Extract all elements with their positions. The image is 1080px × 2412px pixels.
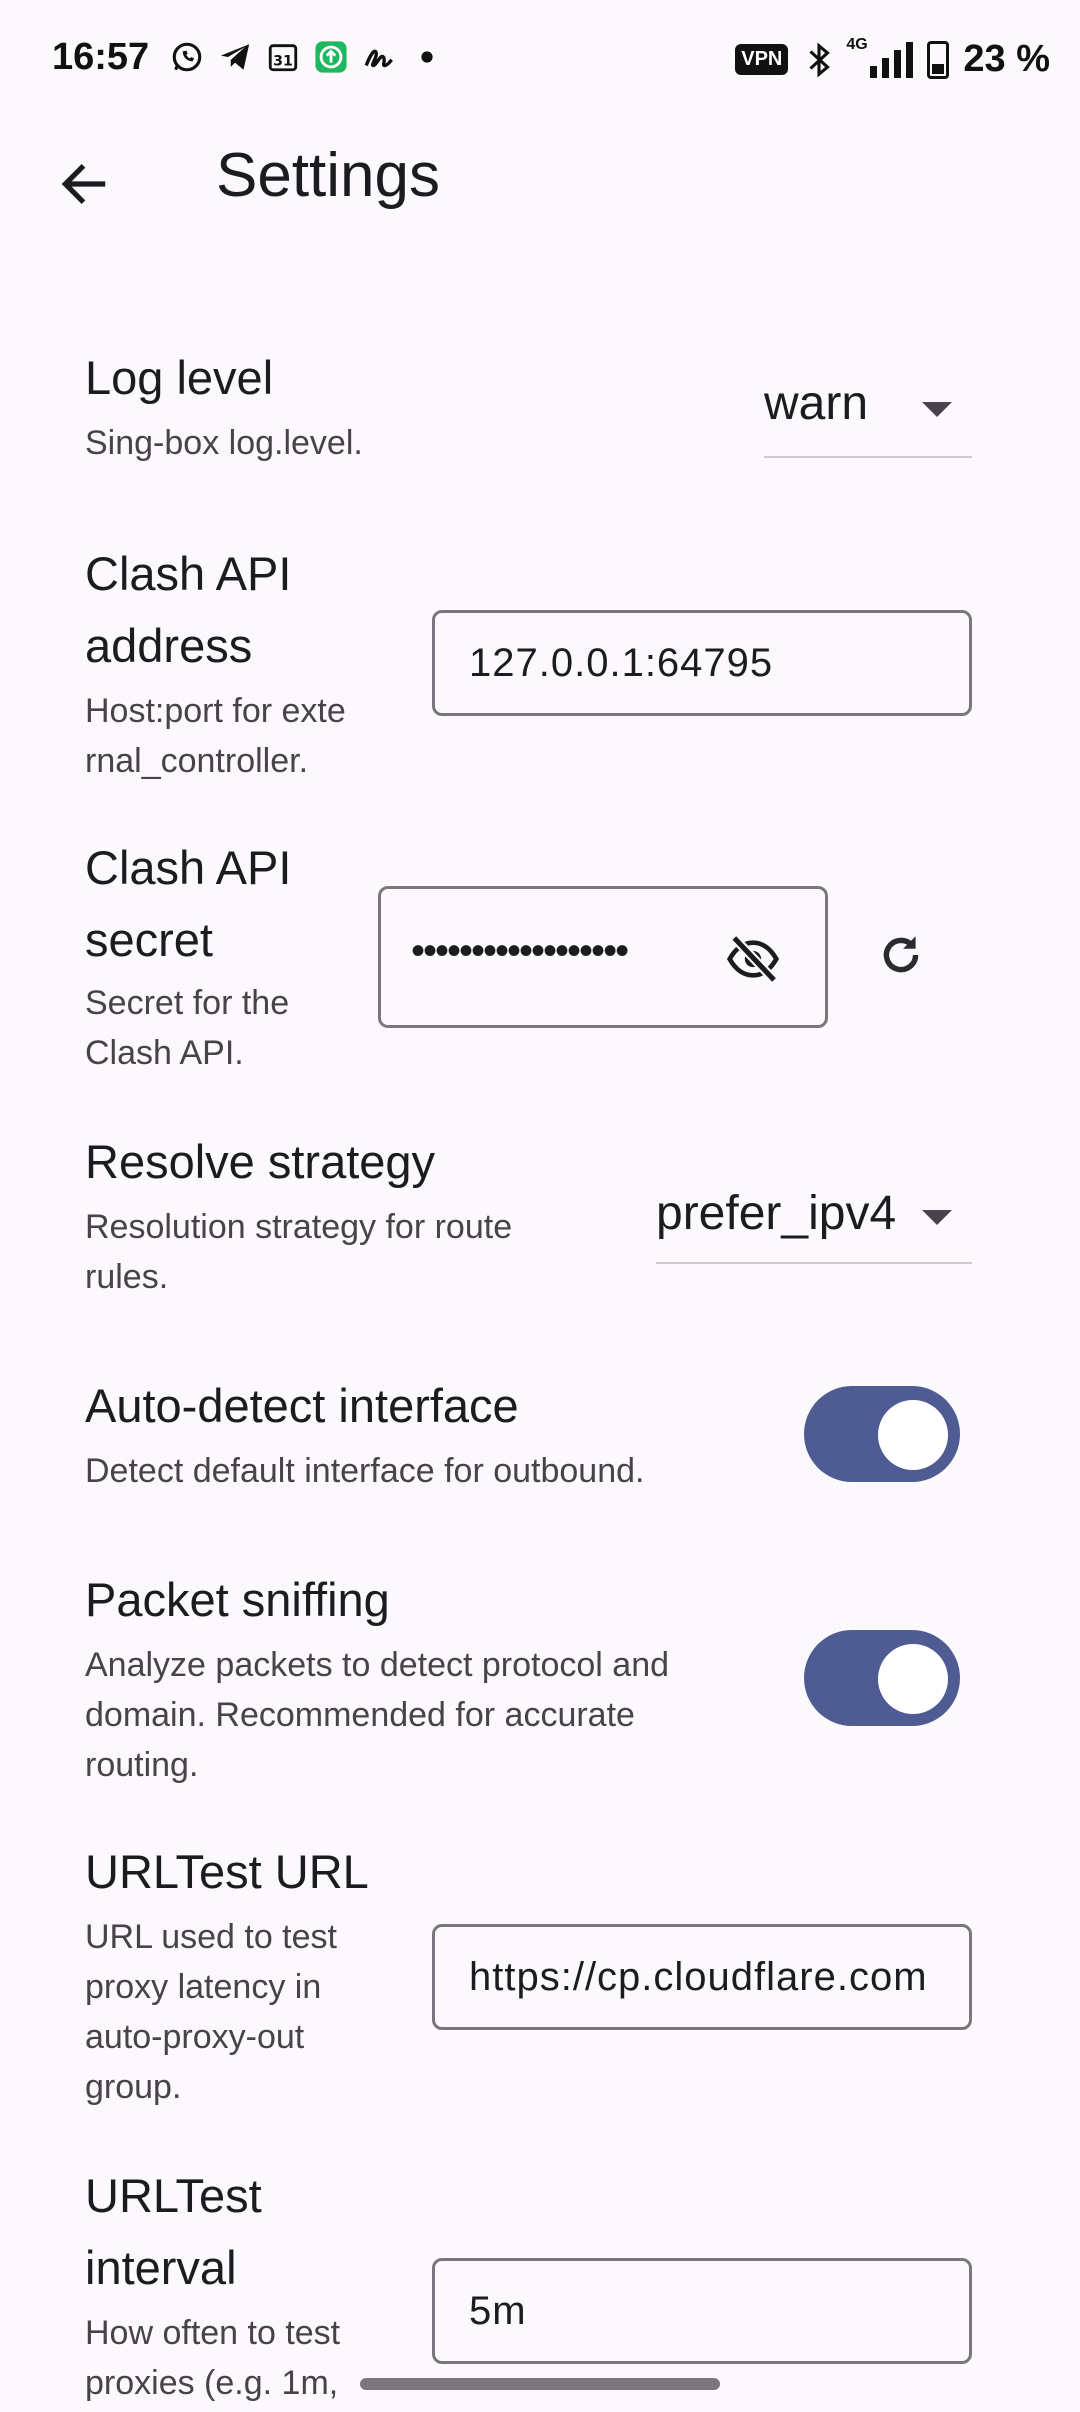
input-value: 5m xyxy=(469,2289,527,2333)
network-type: 4G xyxy=(846,35,868,53)
urltest-interval-input[interactable]: 5m xyxy=(432,2258,972,2364)
system-icons: VPN 4G 23 % xyxy=(735,36,1050,81)
bluetooth-icon xyxy=(802,42,836,77)
setting-title-line2: interval xyxy=(85,2241,237,2294)
setting-subtitle-line2: proxies (e.g. 1m, xyxy=(85,2364,339,2402)
status-bar: 16:57 31 VPN 4G 23 % xyxy=(0,0,1080,120)
setting-subtitle-line3: auto-proxy-out xyxy=(85,2018,305,2056)
setting-subtitle-line2: rnal_controller. xyxy=(85,742,309,780)
signature-icon xyxy=(362,40,396,74)
setting-subtitle-line1: Secret for the xyxy=(85,984,290,1022)
setting-title-line1: Clash API xyxy=(85,547,292,600)
setting-title-line2: address xyxy=(85,619,253,672)
setting-subtitle-line1: URL used to test xyxy=(85,1918,337,1956)
auto-detect-interface-toggle[interactable] xyxy=(804,1386,960,1482)
resolve-strategy-dropdown[interactable]: prefer_ipv4 xyxy=(656,1182,972,1264)
setting-subtitle-line2: rules. xyxy=(85,1258,169,1296)
whatsapp-icon xyxy=(170,40,204,74)
log-level-dropdown[interactable]: warn xyxy=(764,370,972,458)
dropdown-arrow-icon xyxy=(922,402,952,417)
arrow-back-icon xyxy=(61,164,106,204)
input-value: https://cp.cloudflare.com xyxy=(469,1955,928,1999)
telegram-icon xyxy=(218,40,252,74)
calendar-icon: 31 xyxy=(266,40,300,74)
regenerate-secret-button[interactable] xyxy=(866,920,936,990)
setting-subtitle: Sing-box log.level. xyxy=(85,424,363,462)
packet-sniffing-toggle[interactable] xyxy=(804,1630,960,1726)
setting-subtitle-line2: proxy latency in xyxy=(85,1968,322,2006)
back-button[interactable] xyxy=(46,146,122,222)
setting-subtitle: Detect default interface for outbound. xyxy=(85,1452,645,1490)
page-title: Settings xyxy=(216,141,441,210)
app-bar: Settings xyxy=(0,120,1080,240)
input-value: •••••••••••••••••• xyxy=(411,929,629,973)
setting-subtitle-line1: Host:port for exte xyxy=(85,692,346,730)
setting-subtitle-line2: domain. Recommended for accurate xyxy=(85,1696,635,1734)
toggle-knob xyxy=(878,1644,948,1714)
refresh-icon xyxy=(883,936,919,973)
urltest-url-input[interactable]: https://cp.cloudflare.com xyxy=(432,1924,972,2030)
setting-title: Auto-detect interface xyxy=(85,1379,519,1432)
dropdown-value: prefer_ipv4 xyxy=(656,1187,897,1240)
dot-icon xyxy=(410,40,444,74)
signal-icon: 4G xyxy=(846,36,914,78)
setting-title: Log level xyxy=(85,351,274,404)
toggle-knob xyxy=(878,1400,948,1470)
clash-api-secret-input[interactable]: •••••••••••••••••• xyxy=(378,886,828,1028)
setting-title-line1: URLTest xyxy=(85,2169,262,2222)
vpn-badge: VPN xyxy=(735,44,789,75)
status-time: 16:57 xyxy=(52,36,150,78)
setting-title: Resolve strategy xyxy=(85,1135,436,1188)
dropdown-value: warn xyxy=(764,377,869,430)
home-indicator[interactable] xyxy=(360,2378,720,2390)
setting-title: Packet sniffing xyxy=(85,1573,390,1626)
clash-api-address-input[interactable]: 127.0.0.1:64795 xyxy=(432,610,972,716)
setting-subtitle-line1: Analyze packets to detect protocol and xyxy=(85,1646,670,1684)
setting-subtitle-line1: Resolution strategy for route xyxy=(85,1208,513,1246)
svg-text:31: 31 xyxy=(273,54,293,70)
upload-icon xyxy=(314,40,348,74)
battery-percent: 23 % xyxy=(963,38,1050,80)
setting-subtitle-line4: group. xyxy=(85,2068,182,2106)
setting-title: URLTest URL xyxy=(85,1845,369,1898)
setting-subtitle-line2: Clash API. xyxy=(85,1034,244,1072)
setting-title-line2: secret xyxy=(85,913,213,966)
dropdown-arrow-icon xyxy=(922,1210,952,1225)
setting-subtitle-line3: routing. xyxy=(85,1746,199,1784)
visibility-off-icon[interactable] xyxy=(725,931,781,992)
notification-icons: 31 xyxy=(170,40,444,74)
battery-icon xyxy=(927,40,950,79)
setting-subtitle-line1: How often to test xyxy=(85,2314,341,2352)
setting-title-line1: Clash API xyxy=(85,841,292,894)
input-value: 127.0.0.1:64795 xyxy=(469,641,774,685)
